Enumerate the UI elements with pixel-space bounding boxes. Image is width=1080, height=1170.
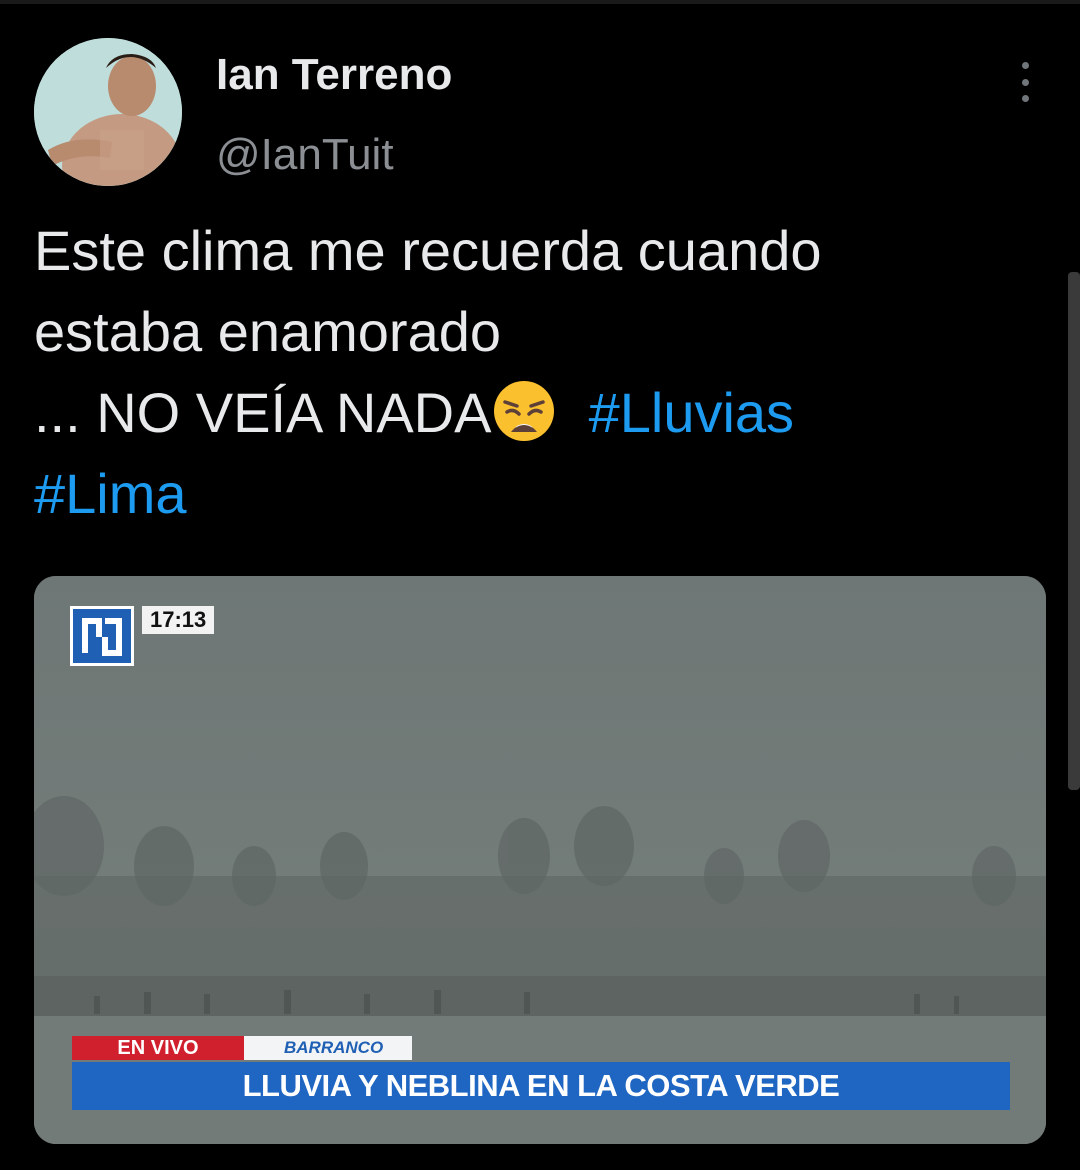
hashtag-link[interactable]: #Lima — [34, 462, 187, 525]
dot — [1021, 78, 1029, 86]
tweet-media-image[interactable]: 17:13 EN VIVO BARRANCO LLUVIA Y NEBLINA … — [34, 576, 1046, 1144]
top-divider — [0, 0, 1080, 4]
tweet-text: Este clima me recuerda cuando estaba ena… — [34, 210, 1014, 534]
news-headline: LLUVIA Y NEBLINA EN LA COSTA VERDE — [72, 1062, 1010, 1110]
hashtag-link[interactable]: #Lluvias — [589, 381, 794, 444]
dot — [1021, 62, 1029, 69]
author-handle[interactable]: @IanTuit — [216, 130, 394, 180]
author-name[interactable]: Ian Terreno — [216, 50, 452, 100]
avatar[interactable] — [34, 38, 182, 186]
tweet-text-line: ... NO VEÍA NADA #Lluvias — [34, 372, 1014, 453]
channel-logo — [70, 606, 134, 666]
tweet-text-segment: ... NO VEÍA NADA — [34, 381, 492, 444]
location-label: BARRANCO — [244, 1036, 412, 1060]
broadcast-clock: 17:13 — [142, 606, 215, 634]
tweet-text-line: #Lima — [34, 453, 1014, 534]
live-badge: EN VIVO — [72, 1036, 244, 1060]
tweet-text-line: estaba enamorado — [34, 300, 502, 363]
scrollbar[interactable] — [1068, 272, 1080, 790]
more-options-icon[interactable] — [1008, 62, 1042, 102]
weary-face-icon — [494, 381, 555, 441]
tweet-text-line: Este clima me recuerda cuando — [34, 219, 822, 282]
dot — [1021, 95, 1029, 102]
